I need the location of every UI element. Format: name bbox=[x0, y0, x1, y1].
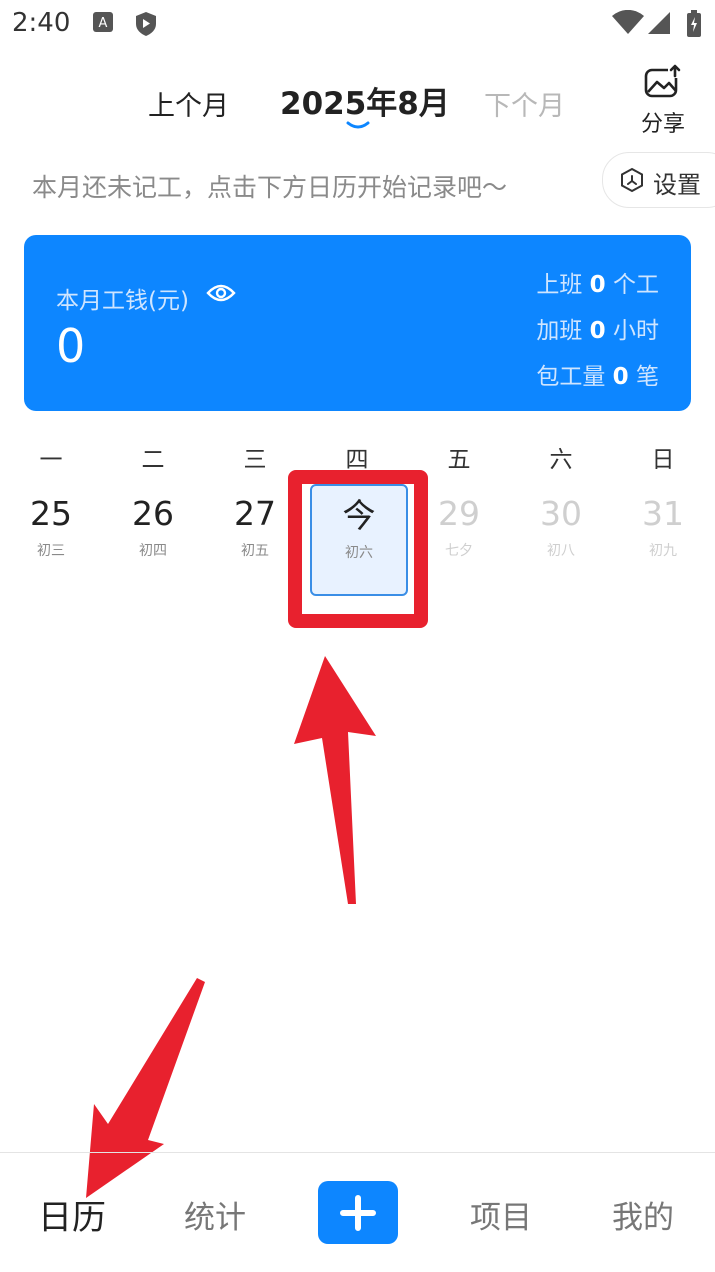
prev-month-button[interactable]: 上个月 bbox=[148, 84, 229, 123]
weekday-fri: 五 bbox=[447, 447, 471, 473]
overtime-stat: 加班 0 小时 bbox=[536, 311, 659, 345]
overtime-value: 0 bbox=[589, 318, 606, 344]
status-time: 2:40 bbox=[12, 8, 71, 38]
lunar-date: 初六 bbox=[345, 545, 373, 561]
calendar-day[interactable]: 26 初四 bbox=[102, 484, 204, 600]
settings-button[interactable]: 设置 bbox=[602, 152, 715, 208]
weekday-sat: 六 bbox=[549, 447, 573, 473]
day-number: 26 bbox=[132, 494, 174, 533]
month-navigation: 上个月 2025年8月 下个月 bbox=[0, 72, 715, 132]
calendar-day[interactable]: 25 初三 bbox=[0, 484, 102, 600]
settings-label: 设置 bbox=[653, 171, 701, 199]
share-label: 分享 bbox=[640, 112, 685, 137]
contract-value: 0 bbox=[612, 364, 629, 390]
shield-icon bbox=[134, 10, 158, 42]
weekday-mon: 一 bbox=[39, 447, 63, 473]
lunar-date: 初三 bbox=[37, 543, 65, 559]
calendar-day[interactable]: 27 初五 bbox=[204, 484, 306, 600]
weekday-header: 一 二 三 四 五 六 日 bbox=[0, 440, 715, 474]
lunar-date: 初五 bbox=[241, 543, 269, 559]
day-number: 29 bbox=[438, 494, 480, 533]
wage-amount: 0 bbox=[56, 319, 86, 373]
monthly-summary-card[interactable]: 本月工钱(元) 0 上班 0 个工 加班 0 小时 包工量 0 笔 bbox=[24, 235, 691, 411]
contract-label: 包工量 bbox=[536, 364, 606, 390]
next-month-button[interactable]: 下个月 bbox=[484, 84, 565, 123]
nav-tab-mine[interactable]: 我的 bbox=[612, 1192, 674, 1237]
wage-label: 本月工钱(元) bbox=[56, 288, 189, 314]
nav-tab-stats[interactable]: 统计 bbox=[184, 1192, 246, 1237]
annotation-arrow-down-left bbox=[86, 978, 205, 1198]
signal-icon bbox=[648, 10, 672, 40]
accessibility-icon: A bbox=[92, 10, 114, 40]
calendar-day-today[interactable]: 今 初六 bbox=[310, 484, 408, 596]
eye-icon[interactable] bbox=[206, 283, 236, 307]
battery-icon bbox=[686, 10, 702, 42]
day-number: 25 bbox=[30, 494, 72, 533]
chevron-down-icon[interactable] bbox=[346, 116, 370, 135]
day-number: 27 bbox=[234, 494, 276, 533]
work-label: 上班 bbox=[536, 272, 583, 298]
calendar-day-future[interactable]: 30 初八 bbox=[510, 484, 612, 600]
share-button[interactable]: 分享 bbox=[636, 64, 690, 137]
day-number: 今 bbox=[342, 496, 376, 535]
settings-hexagon-icon bbox=[619, 167, 645, 197]
overtime-unit: 小时 bbox=[613, 318, 659, 344]
add-record-button[interactable] bbox=[318, 1181, 398, 1244]
nav-tab-calendar[interactable]: 日历 bbox=[38, 1190, 106, 1239]
lunar-date: 七夕 bbox=[445, 543, 473, 559]
lunar-date: 初八 bbox=[547, 543, 575, 559]
empty-month-hint: 本月还未记工，点击下方日历开始记录吧～ bbox=[32, 173, 508, 202]
work-stat: 上班 0 个工 bbox=[536, 265, 659, 299]
day-number: 31 bbox=[642, 494, 684, 533]
lunar-date: 初四 bbox=[139, 543, 167, 559]
calendar-day-future[interactable]: 29 七夕 bbox=[408, 484, 510, 600]
work-value: 0 bbox=[589, 272, 606, 298]
day-number: 30 bbox=[540, 494, 582, 533]
plus-icon bbox=[339, 1194, 377, 1236]
wifi-icon bbox=[612, 9, 644, 40]
overtime-label: 加班 bbox=[536, 318, 583, 344]
bottom-nav-divider bbox=[0, 1152, 715, 1153]
weekday-wed: 三 bbox=[243, 447, 267, 473]
lunar-date: 初九 bbox=[649, 543, 677, 559]
status-bar: 2:40 A bbox=[0, 0, 715, 48]
contract-stat: 包工量 0 笔 bbox=[536, 357, 659, 391]
calendar-day-future[interactable]: 31 初九 bbox=[612, 484, 714, 600]
share-image-icon bbox=[644, 64, 682, 104]
work-unit: 个工 bbox=[613, 272, 659, 298]
weekday-thu: 四 bbox=[345, 447, 369, 473]
weekday-tue: 二 bbox=[141, 447, 165, 473]
contract-unit: 笔 bbox=[636, 364, 659, 390]
weekday-sun: 日 bbox=[651, 447, 675, 473]
nav-tab-projects[interactable]: 项目 bbox=[470, 1192, 532, 1237]
svg-text:A: A bbox=[99, 16, 108, 31]
annotation-arrow-up bbox=[294, 656, 376, 904]
calendar-week: 25 初三 26 初四 27 初五 今 初六 29 七夕 30 初八 31 初九 bbox=[0, 484, 715, 604]
